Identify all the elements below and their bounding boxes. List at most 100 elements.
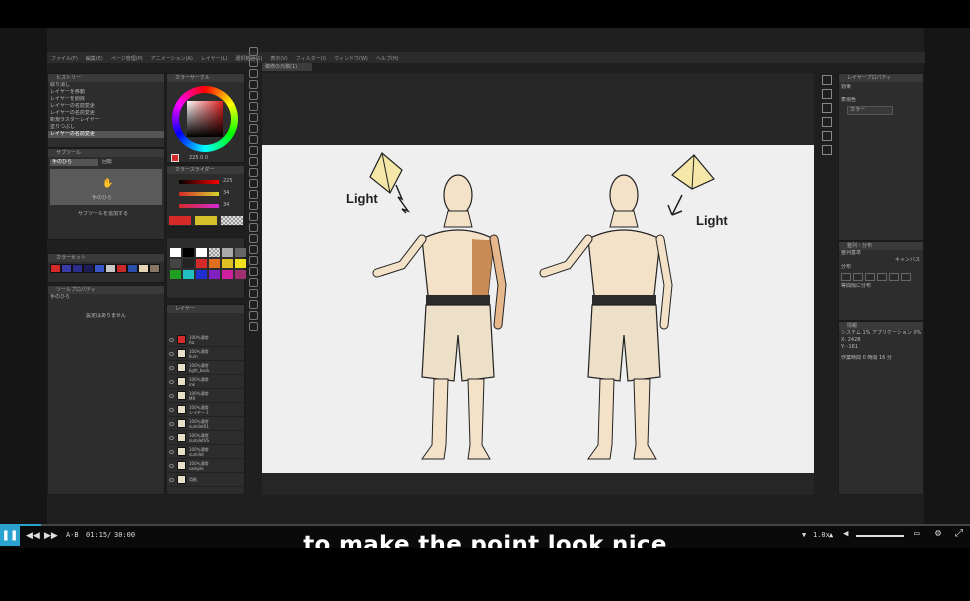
palette-cell[interactable] — [183, 270, 194, 279]
layer-row[interactable]: 100％通常 sumilet — [167, 445, 244, 459]
blue-slider[interactable] — [179, 204, 219, 208]
fill-icon[interactable] — [248, 190, 258, 199]
sub-view-icon[interactable] — [822, 89, 832, 99]
layer-row[interactable]: 100％通常 sumilet01 — [167, 417, 244, 431]
visibility-eye-icon[interactable] — [169, 435, 174, 440]
menu-view-item[interactable]: 表示(V) — [270, 55, 287, 62]
history-item[interactable]: レイヤーを削除 — [48, 96, 164, 103]
swatch[interactable] — [72, 264, 83, 273]
visibility-eye-icon[interactable] — [169, 477, 174, 482]
layer-row[interactable]: 100％通常 light_back — [167, 361, 244, 375]
history-item[interactable]: 取り消し — [48, 82, 164, 89]
swatch[interactable] — [127, 264, 138, 273]
visibility-eye-icon[interactable] — [169, 365, 174, 370]
material-2-icon[interactable] — [822, 117, 832, 127]
palette-cell[interactable] — [235, 248, 246, 257]
palette-cell[interactable] — [196, 270, 207, 279]
visibility-eye-icon[interactable] — [169, 337, 174, 342]
eyedropper-icon[interactable] — [248, 102, 258, 111]
menu-filter-item[interactable]: フィルター(I) — [296, 55, 326, 62]
decoration-icon[interactable] — [248, 157, 258, 166]
palette-cell[interactable] — [222, 270, 233, 279]
palette-cell[interactable] — [170, 259, 181, 268]
vector-icon[interactable] — [248, 278, 258, 287]
align-right-button[interactable] — [865, 273, 875, 281]
zoom-icon[interactable] — [248, 47, 258, 56]
eraser-icon[interactable] — [248, 168, 258, 177]
align-center-button[interactable] — [853, 273, 863, 281]
hand-tool-icon[interactable] — [248, 58, 258, 67]
palette-cell[interactable] — [183, 248, 194, 257]
ruler-icon[interactable] — [248, 234, 258, 243]
layer-row[interactable]: 100％通常 MR — [167, 389, 244, 403]
layer-row[interactable]: 用紙 — [167, 473, 244, 487]
swatch[interactable] — [149, 264, 160, 273]
swatch[interactable] — [105, 264, 116, 273]
visibility-eye-icon[interactable] — [169, 463, 174, 468]
swatch[interactable] — [94, 264, 105, 273]
progress-track[interactable] — [0, 524, 970, 526]
menu-window-item[interactable]: ウィンドウ(W) — [334, 55, 368, 62]
speed-down-icon[interactable]: ▼ — [802, 531, 806, 539]
add-subtool-button[interactable]: サブツールを追加する — [48, 211, 164, 218]
history-item[interactable]: 塗りつぶし — [48, 124, 164, 131]
layer-row[interactable]: 100％通常 レイヤー 1 — [167, 403, 244, 417]
color-icon[interactable] — [248, 322, 258, 331]
canvas[interactable]: Light Light — [262, 145, 814, 473]
material-4-icon[interactable] — [822, 145, 832, 155]
layer-row[interactable]: 100％通常 sample — [167, 459, 244, 473]
align-basis-value[interactable]: キャンバス — [839, 257, 923, 264]
volume-slider[interactable] — [856, 535, 904, 537]
menu-help-item[interactable]: ヘルプ(H) — [376, 55, 399, 62]
palette-cell[interactable] — [209, 259, 220, 268]
transparent-color[interactable] — [221, 216, 243, 225]
material-icon[interactable] — [822, 103, 832, 113]
figure-icon[interactable] — [248, 212, 258, 221]
visibility-eye-icon[interactable] — [169, 393, 174, 398]
text-icon[interactable] — [248, 245, 258, 254]
settings-gear-icon[interactable]: ⚙ — [935, 528, 941, 539]
history-item[interactable]: レイヤーの名前変更 — [48, 103, 164, 110]
swatch[interactable] — [83, 264, 94, 273]
balloon-icon[interactable] — [248, 256, 258, 265]
palette-cell[interactable] — [196, 259, 207, 268]
layer-row[interactable]: 100％通常 ink — [167, 375, 244, 389]
align-left-button[interactable] — [841, 273, 851, 281]
menu-animation-item[interactable]: アニメーション(A) — [151, 55, 193, 62]
transform-icon[interactable] — [248, 289, 258, 298]
volume-icon[interactable]: ◀ — [843, 529, 848, 539]
speed-up-icon[interactable]: ▲ — [829, 531, 833, 539]
subtitles-off-icon[interactable]: ▭ — [914, 529, 919, 539]
selection-icon[interactable] — [248, 80, 258, 89]
material-3-icon[interactable] — [822, 131, 832, 141]
menu-file-item[interactable]: ファイル(F) — [51, 55, 78, 62]
align-bottom-button[interactable] — [901, 273, 911, 281]
gradient-icon[interactable] — [248, 201, 258, 210]
history-item-selected[interactable]: レイヤーの名前変更 — [48, 131, 164, 138]
swatch[interactable] — [61, 264, 72, 273]
lasso-icon[interactable] — [248, 91, 258, 100]
correction-icon[interactable] — [248, 267, 258, 276]
brush-icon[interactable] — [248, 135, 258, 144]
menu-edit-item[interactable]: 編集(E) — [86, 55, 103, 62]
palette-cell[interactable] — [235, 270, 246, 279]
palette-cell[interactable] — [235, 259, 246, 268]
palette-cell[interactable] — [170, 270, 181, 279]
history-item[interactable]: レイヤーを移動 — [48, 89, 164, 96]
visibility-eye-icon[interactable] — [169, 449, 174, 454]
hue-ring[interactable] — [172, 86, 238, 152]
visibility-eye-icon[interactable] — [169, 407, 174, 412]
brush2-icon[interactable] — [248, 311, 258, 320]
visibility-eye-icon[interactable] — [169, 351, 174, 356]
move-icon[interactable] — [248, 69, 258, 78]
blend-icon[interactable] — [248, 179, 258, 188]
palette-cell[interactable] — [222, 259, 233, 268]
palette-cell[interactable] — [209, 248, 220, 257]
layer-row[interactable]: 100％通常 Aa — [167, 333, 244, 347]
history-item[interactable]: 新規ラスターレイヤー — [48, 117, 164, 124]
airbrush-icon[interactable] — [248, 146, 258, 155]
fullscreen-icon[interactable]: ⤢ — [955, 528, 963, 539]
visibility-eye-icon[interactable] — [169, 421, 174, 426]
subtool-tab-hand[interactable]: 手のひら — [50, 159, 98, 166]
pencil-icon[interactable] — [248, 124, 258, 133]
